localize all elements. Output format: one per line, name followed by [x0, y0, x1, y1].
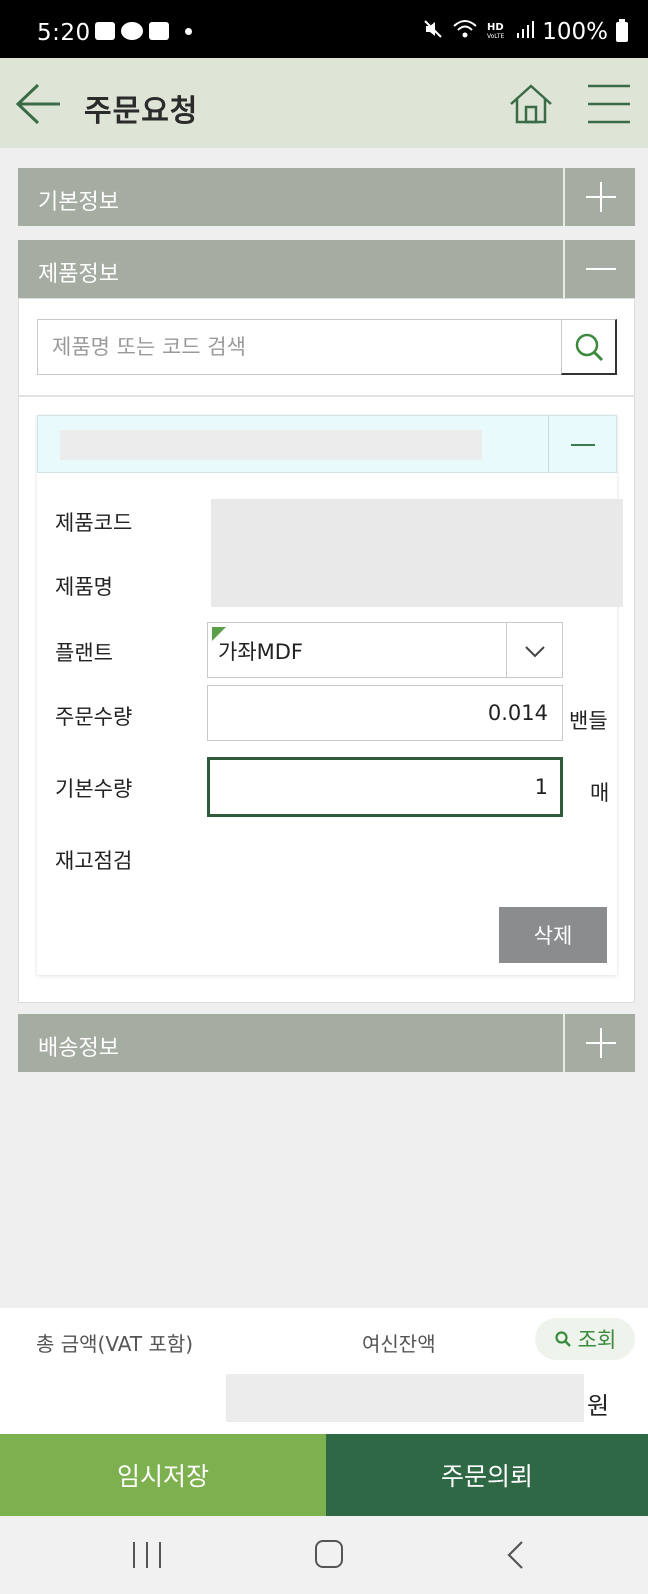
wifi-icon — [452, 18, 478, 45]
total-amount-value — [226, 1374, 584, 1422]
menu-button[interactable] — [586, 82, 632, 126]
order-request-button[interactable]: 주문의뢰 — [326, 1434, 648, 1516]
hamburger-menu-icon — [588, 84, 630, 124]
minus-icon — [586, 268, 616, 270]
stock-check-label: 재고점검 — [55, 849, 133, 873]
plant-label: 플랜트 — [55, 641, 113, 665]
product-search-button[interactable] — [561, 319, 617, 375]
notification-icons — [95, 22, 192, 40]
product-search-box — [37, 319, 617, 375]
back-arrow-icon — [15, 83, 60, 125]
kakaotalk-icon — [121, 22, 143, 40]
nav-home-button[interactable] — [315, 1540, 343, 1568]
section-delivery-info[interactable]: 배송정보 — [18, 1014, 635, 1072]
delete-item-button[interactable]: 삭제 — [499, 907, 607, 963]
product-info-panel: 제품코드 제품명 플랜트 가좌MDF 주문수량 밴들 기본수량 매 재고점검 삭… — [18, 298, 635, 1003]
section-basic-info-label: 기본정보 — [38, 190, 119, 215]
nav-back-button[interactable] — [504, 1540, 528, 1570]
hd-voice-icon: HD VoLTE — [486, 18, 508, 45]
plant-selected-value: 가좌MDF — [218, 640, 304, 664]
base-qty-unit: 매 — [590, 781, 610, 805]
back-chevron-icon — [507, 1541, 523, 1569]
status-time: 5:20 — [37, 20, 91, 46]
product-search-input[interactable] — [38, 320, 550, 374]
order-qty-input[interactable] — [207, 685, 563, 741]
system-nav-bar — [0, 1516, 648, 1594]
section-product-info-label: 제품정보 — [38, 262, 119, 287]
gallery-icon — [95, 22, 115, 40]
app-header: 주문요청 — [0, 58, 648, 148]
minus-icon — [571, 444, 595, 446]
system-icons: HD VoLTE 100% — [422, 18, 628, 45]
product-item-card: 제품코드 제품명 플랜트 가좌MDF 주문수량 밴들 기본수량 매 재고점검 삭… — [37, 415, 623, 975]
credit-balance-label: 여신잔액 — [362, 1332, 436, 1356]
collapse-product-info-button[interactable] — [563, 240, 635, 298]
battery-percent: 100% — [542, 18, 608, 45]
base-qty-label: 기본수량 — [55, 777, 133, 801]
currency-unit: 원 — [587, 1392, 610, 1420]
chevron-down-icon — [525, 646, 545, 658]
product-item-title-placeholder — [60, 430, 482, 460]
order-summary: 총 금액(VAT 포함) 여신잔액 조회 원 — [0, 1308, 648, 1434]
credit-lookup-label: 조회 — [577, 1328, 617, 1352]
svg-text:VoLTE: VoLTE — [487, 33, 504, 40]
section-delivery-info-label: 배송정보 — [38, 1036, 119, 1061]
message-icon — [149, 22, 169, 40]
product-item-header[interactable] — [37, 415, 617, 473]
battery-icon — [616, 18, 628, 42]
search-icon — [555, 1331, 571, 1347]
product-code-label: 제품코드 — [55, 511, 133, 535]
back-button[interactable] — [14, 82, 64, 126]
order-qty-label: 주문수량 — [55, 705, 133, 729]
status-bar: 5:20 HD VoLTE 100% — [0, 0, 648, 58]
credit-lookup-button[interactable]: 조회 — [535, 1318, 635, 1360]
search-icon — [575, 333, 604, 362]
section-product-info[interactable]: 제품정보 — [18, 240, 635, 298]
svg-text:HD: HD — [487, 22, 504, 33]
product-name-label: 제품명 — [55, 575, 113, 599]
product-code-name-value — [211, 499, 623, 607]
expand-delivery-info-button[interactable] — [563, 1014, 635, 1072]
mute-icon — [422, 18, 444, 45]
home-icon — [510, 84, 552, 124]
home-button[interactable] — [507, 80, 555, 128]
total-amount-label: 총 금액(VAT 포함) — [36, 1332, 194, 1356]
section-basic-info[interactable]: 기본정보 — [18, 168, 635, 226]
plant-select[interactable]: 가좌MDF — [207, 622, 563, 678]
signal-icon — [516, 19, 535, 44]
collapse-item-button[interactable] — [548, 416, 616, 472]
base-qty-input[interactable] — [207, 757, 563, 817]
plant-dropdown-toggle[interactable] — [506, 623, 562, 677]
recent-apps-button[interactable] — [133, 1542, 163, 1568]
page-title: 주문요청 — [84, 94, 199, 129]
order-qty-unit: 밴들 — [569, 709, 608, 733]
temp-save-button[interactable]: 임시저장 — [0, 1434, 326, 1516]
expand-basic-info-button[interactable] — [563, 168, 635, 226]
more-notifications-dot — [185, 27, 192, 35]
divider — [19, 395, 634, 397]
